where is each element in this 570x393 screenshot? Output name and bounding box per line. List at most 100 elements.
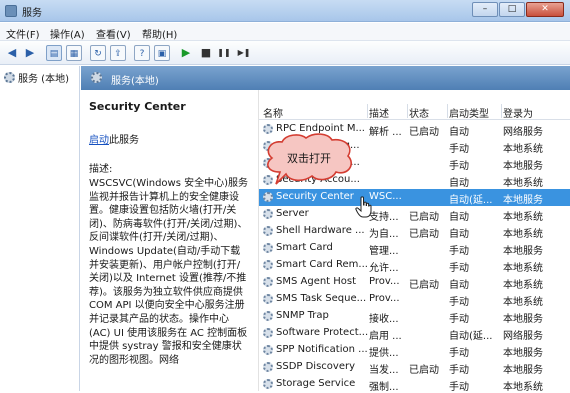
gear-icon — [263, 259, 273, 270]
service-details-pane: Security Center 启动此服务 描述: WSCSVC(Windows… — [81, 90, 256, 391]
toolbar: ◀ ▶ ▤ ▦ ↻ ⇪ ? ▣ ▶ ■ ❚❚ ▶❚ — [0, 41, 570, 65]
service-name-text: Security Center — [276, 191, 354, 202]
close-button[interactable]: ✕ — [526, 2, 564, 17]
service-row[interactable]: Smart Card 管理... 手动 本地服务 — [259, 240, 570, 257]
menu-file[interactable]: 文件(F) — [6, 26, 40, 41]
service-startup-type-cell: 自动(延... — [449, 331, 493, 342]
tree-node-services-local[interactable]: 服务 (本地) — [4, 70, 69, 85]
service-row[interactable]: Storage Service 强制... 手动 本地系统 — [259, 376, 570, 393]
minimize-button[interactable]: – — [472, 2, 498, 17]
menu-action[interactable]: 操作(A) — [50, 26, 85, 41]
service-name-text: Server — [276, 208, 309, 219]
service-logon-cell: 本地系统 — [503, 144, 543, 155]
service-description-cell: 支持... — [369, 212, 399, 223]
service-name-text: Storage Service — [276, 378, 356, 389]
service-startup-type-cell: 自动(延... — [449, 195, 493, 206]
gear-icon — [263, 361, 273, 372]
service-logon-cell: 本地服务 — [503, 246, 543, 257]
service-startup-type-cell: 自动 — [449, 229, 469, 240]
column-header-status[interactable]: 状态 — [409, 105, 429, 120]
service-description-cell: 接收... — [369, 314, 399, 325]
gear-icon — [263, 327, 273, 338]
service-description-cell: 解析 ... — [369, 127, 402, 138]
service-row[interactable]: Server 支持... 已启动 自动 本地系统 — [259, 206, 570, 223]
service-status-cell: 已启动 — [409, 127, 439, 138]
forward-icon[interactable]: ▶ — [22, 45, 38, 61]
export-icon[interactable]: ⇪ — [110, 45, 126, 61]
back-icon[interactable]: ◀ — [4, 45, 20, 61]
stop-service-icon[interactable]: ■ — [198, 45, 214, 61]
service-name-cell: SMS Task Seque... — [263, 293, 368, 304]
service-status-cell: 已启动 — [409, 365, 439, 376]
maximize-button[interactable]: □ — [499, 2, 525, 17]
service-startup-type-cell: 手动 — [449, 161, 469, 172]
service-logon-cell: 网络服务 — [503, 331, 543, 342]
service-logon-cell: 本地服务 — [503, 161, 543, 172]
start-service-link[interactable]: 启动 — [89, 135, 109, 146]
start-service-line: 启动此服务 — [89, 131, 248, 146]
service-status-cell: 已启动 — [409, 229, 439, 240]
panel-header-title: 服务(本地) — [111, 76, 159, 87]
refresh-icon[interactable]: ↻ — [90, 45, 106, 61]
service-status-cell: 已启动 — [409, 212, 439, 223]
service-logon-cell: 网络服务 — [503, 127, 543, 138]
column-header-name[interactable]: 名称 — [263, 105, 283, 120]
service-logon-cell: 本地系统 — [503, 297, 543, 308]
service-name-cell: SPP Notification ... — [263, 344, 368, 355]
restart-service-icon[interactable]: ▶❚ — [236, 45, 252, 61]
menu-help[interactable]: 帮助(H) — [142, 26, 177, 41]
pause-service-icon[interactable]: ❚❚ — [216, 45, 232, 61]
column-header-logon-as[interactable]: 登录为 — [503, 105, 533, 120]
menu-bar: 文件(F) 操作(A) 查看(V) 帮助(H) — [0, 23, 570, 41]
services-app-icon — [5, 5, 17, 17]
service-row[interactable]: Software Protect... 启用 ... 自动(延... 网络服务 — [259, 325, 570, 342]
console-icon[interactable]: ▦ — [66, 45, 82, 61]
service-logon-cell: 本地系统 — [503, 263, 543, 274]
service-startup-type-cell: 手动 — [449, 314, 469, 325]
tree-node-label: 服务 (本地) — [18, 74, 69, 85]
window-controls: – □ ✕ — [472, 2, 564, 17]
column-divider[interactable] — [407, 104, 408, 118]
service-row[interactable]: SNMP Trap 接收... 手动 本地服务 — [259, 308, 570, 325]
start-service-icon[interactable]: ▶ — [178, 45, 194, 61]
service-row[interactable]: Smart Card Rem... 允许... 手动 本地系统 — [259, 257, 570, 274]
service-startup-type-cell: 自动 — [449, 127, 469, 138]
service-row[interactable]: SMS Task Seque... Prov... 手动 本地系统 — [259, 291, 570, 308]
column-header-description[interactable]: 描述 — [369, 105, 389, 120]
service-row[interactable]: SMS Agent Host Prov... 已启动 自动 本地系统 — [259, 274, 570, 291]
service-startup-type-cell: 手动 — [449, 348, 469, 359]
help-icon[interactable]: ? — [134, 45, 150, 61]
service-startup-type-cell: 自动 — [449, 178, 469, 189]
service-name-cell: Server — [263, 208, 368, 219]
column-divider[interactable] — [367, 104, 368, 118]
service-description-cell: 当发... — [369, 365, 399, 376]
service-startup-type-cell: 手动 — [449, 365, 469, 376]
column-divider[interactable] — [501, 104, 502, 118]
service-startup-type-cell: 手动 — [449, 297, 469, 308]
service-startup-type-cell: 手动 — [449, 246, 469, 257]
properties-icon[interactable]: ▣ — [154, 45, 170, 61]
service-name-text: SMS Agent Host — [276, 276, 357, 287]
service-logon-cell: 本地服务 — [503, 195, 543, 206]
service-row[interactable]: SPP Notification ... 提供... 手动 本地服务 — [259, 342, 570, 359]
service-row[interactable]: Security Center WSC... 自动(延... 本地服务 — [259, 189, 570, 206]
service-startup-type-cell: 自动 — [449, 280, 469, 291]
service-row[interactable]: Shell Hardware ... 为自... 已启动 自动 本地系统 — [259, 223, 570, 240]
service-name-cell: SSDP Discovery — [263, 361, 368, 372]
column-header-startup-type[interactable]: 启动类型 — [449, 105, 489, 120]
show-tree-icon[interactable]: ▤ — [46, 45, 62, 61]
menu-view[interactable]: 查看(V) — [96, 26, 131, 41]
service-name-cell: SNMP Trap — [263, 310, 368, 321]
service-row[interactable]: SSDP Discovery 当发... 已启动 手动 本地服务 — [259, 359, 570, 376]
gear-icon — [263, 208, 273, 219]
service-logon-cell: 本地系统 — [503, 280, 543, 291]
window-title: 服务 — [22, 8, 42, 19]
service-startup-type-cell: 自动 — [449, 212, 469, 223]
service-logon-cell: 本地系统 — [503, 229, 543, 240]
service-title: Security Center — [89, 100, 186, 113]
service-logon-cell: 本地服务 — [503, 314, 543, 325]
service-description-cell: Prov... — [369, 293, 400, 304]
column-divider[interactable] — [447, 104, 448, 118]
service-description-cell: 为自... — [369, 229, 399, 240]
gear-icon — [263, 378, 273, 389]
